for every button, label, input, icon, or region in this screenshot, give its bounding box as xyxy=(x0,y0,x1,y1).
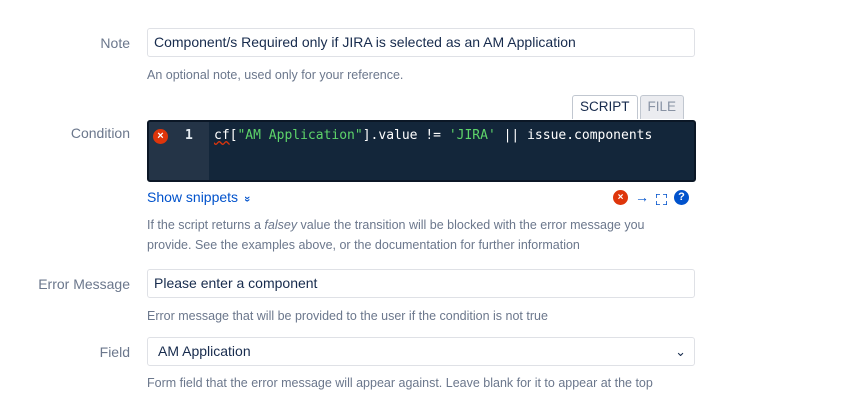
error-message-help: Error message that will be provided to t… xyxy=(147,309,548,323)
code-string: "AM Application" xyxy=(237,128,363,143)
condition-help: If the script returns a falsey value the… xyxy=(147,215,682,255)
code-token: || issue.components xyxy=(495,128,653,143)
help-icon[interactable]: ? xyxy=(674,189,689,205)
show-snippets-link[interactable]: Show snippets» xyxy=(147,189,254,205)
note-help: An optional note, used only for your ref… xyxy=(147,68,404,82)
condition-label: Condition xyxy=(70,125,130,141)
error-message-label: Error Message xyxy=(38,276,130,292)
line-number: 1 xyxy=(185,128,193,143)
code-token: cf xyxy=(214,128,230,143)
double-chevron-down-icon: » xyxy=(241,195,254,203)
tab-script[interactable]: SCRIPT xyxy=(572,95,638,119)
field-select-value: AM Application xyxy=(158,343,251,359)
error-icon[interactable]: × xyxy=(613,189,628,205)
chevron-down-icon: ⌄ xyxy=(675,344,686,359)
editor-gutter: × 1 xyxy=(149,122,209,180)
script-file-tabs: SCRIPT FILE xyxy=(572,95,685,119)
code-line[interactable]: cf["AM Application"].value != 'JIRA' || … xyxy=(214,128,652,143)
error-message-input[interactable]: Please enter a component xyxy=(147,269,695,298)
condition-code-editor[interactable]: × 1 cf["AM Application"].value != 'JIRA'… xyxy=(147,120,696,182)
note-input[interactable]: Component/s Required only if JIRA is sel… xyxy=(147,28,695,57)
code-string: 'JIRA' xyxy=(448,128,496,143)
show-snippets-label: Show snippets xyxy=(147,189,239,205)
note-label: Note xyxy=(100,35,130,51)
field-help: Form field that the error message will a… xyxy=(147,376,653,390)
code-token: ].value != xyxy=(362,128,449,143)
field-select[interactable]: AM Application ⌄ xyxy=(147,337,695,366)
editor-toolbar: × → ? xyxy=(613,188,689,206)
tab-file[interactable]: FILE xyxy=(639,95,685,119)
error-marker-icon: × xyxy=(153,129,168,144)
field-label: Field xyxy=(99,344,130,360)
condition-help-text-1: If the script returns a xyxy=(147,218,265,232)
arrow-right-icon[interactable]: → xyxy=(635,189,649,205)
fullscreen-icon[interactable] xyxy=(655,192,668,206)
condition-help-emphasis: falsey xyxy=(264,218,298,232)
